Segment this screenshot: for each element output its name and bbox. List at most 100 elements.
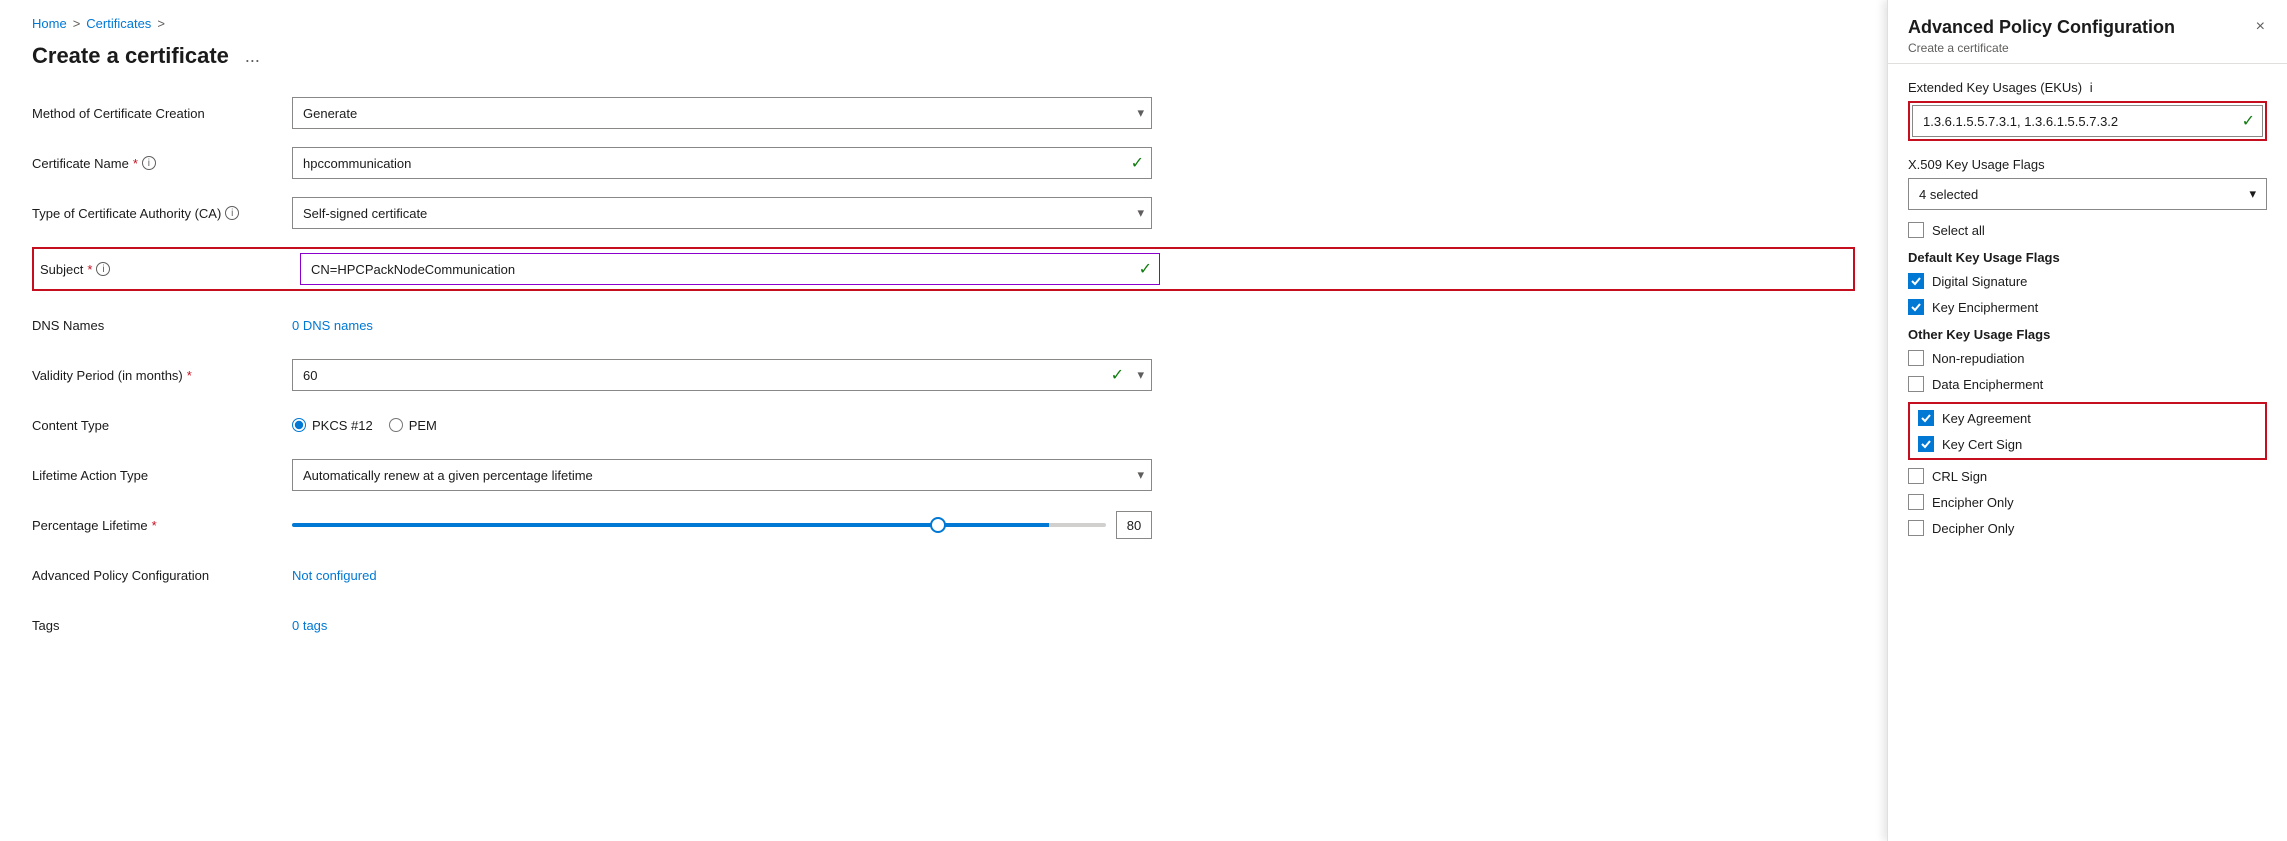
pkcs-radio-label[interactable]: PKCS #12 — [292, 418, 373, 433]
percentage-label: Percentage Lifetime * — [32, 518, 292, 533]
non-repudiation-item[interactable]: Non-repudiation — [1908, 350, 2267, 366]
page-title: Create a certificate — [32, 43, 229, 69]
dns-link[interactable]: 0 DNS names — [292, 318, 373, 333]
form-row-method: Method of Certificate Creation Generate … — [32, 97, 1855, 129]
panel-subtitle: Create a certificate — [1908, 41, 2175, 55]
eku-wrapper: ✓ — [1908, 101, 2267, 141]
decipher-only-label: Decipher Only — [1932, 521, 2014, 536]
subject-info-icon[interactable]: i — [96, 262, 110, 276]
data-encipherment-checkbox[interactable] — [1908, 376, 1924, 392]
form-row-content-type: Content Type PKCS #12 PEM — [32, 409, 1855, 441]
select-all-label[interactable]: Select all — [1932, 223, 1985, 238]
non-repudiation-checkbox[interactable] — [1908, 350, 1924, 366]
encipher-only-item[interactable]: Encipher Only — [1908, 494, 2267, 510]
key-encipherment-label: Key Encipherment — [1932, 300, 2038, 315]
lifetime-select-wrapper: Automatically renew at a given percentag… — [292, 459, 1152, 491]
key-encipherment-item[interactable]: Key Encipherment — [1908, 299, 2267, 315]
pkcs-radio[interactable] — [292, 418, 306, 432]
x509-select-wrapper: 4 selected ▾ — [1908, 178, 2267, 210]
form-row-tags: Tags 0 tags — [32, 609, 1855, 641]
eku-label: Extended Key Usages (EKUs) i — [1908, 80, 2267, 95]
tags-link[interactable]: 0 tags — [292, 618, 327, 633]
advanced-policy-panel: Advanced Policy Configuration Create a c… — [1887, 0, 2287, 841]
key-cert-sign-item[interactable]: Key Cert Sign — [1918, 436, 2257, 452]
cert-name-input-wrapper: ✓ — [292, 147, 1152, 179]
select-all-checkbox[interactable] — [1908, 222, 1924, 238]
key-agreement-item[interactable]: Key Agreement — [1918, 410, 2257, 426]
form-row-cert-name: Certificate Name * i ✓ — [32, 147, 1855, 179]
ca-type-label: Type of Certificate Authority (CA) i — [32, 206, 292, 221]
eku-input[interactable] — [1912, 105, 2263, 137]
x509-chevron-icon: ▾ — [2249, 186, 2256, 202]
main-content: Home > Certificates > Create a certifica… — [0, 0, 1887, 841]
x509-selected-text: 4 selected — [1919, 187, 1978, 202]
advanced-link[interactable]: Not configured — [292, 568, 377, 583]
data-encipherment-label: Data Encipherment — [1932, 377, 2043, 392]
dns-control: 0 DNS names — [292, 318, 1152, 333]
content-type-control: PKCS #12 PEM — [292, 418, 1152, 433]
tags-control: 0 tags — [292, 618, 1152, 633]
panel-close-button[interactable]: × — [2254, 16, 2267, 38]
pem-radio-text: PEM — [409, 418, 437, 433]
ca-type-info-icon[interactable]: i — [225, 206, 239, 220]
validity-label: Validity Period (in months) * — [32, 368, 292, 383]
crl-sign-checkbox[interactable] — [1908, 468, 1924, 484]
percentage-control: 80 — [292, 511, 1152, 539]
ca-type-select[interactable]: Self-signed certificate — [292, 197, 1152, 229]
digital-signature-check-icon — [1911, 276, 1921, 286]
cert-name-required: * — [133, 156, 138, 171]
breadcrumb: Home > Certificates > — [32, 16, 1855, 31]
decipher-only-checkbox[interactable] — [1908, 520, 1924, 536]
pem-radio-label[interactable]: PEM — [389, 418, 437, 433]
subject-input-wrapper: ✓ — [300, 253, 1160, 285]
slider-container — [292, 515, 1106, 535]
ellipsis-button[interactable]: ... — [239, 44, 266, 69]
panel-header-text: Advanced Policy Configuration Create a c… — [1908, 16, 2175, 55]
eku-check-icon: ✓ — [2242, 111, 2255, 131]
method-select[interactable]: Generate — [292, 97, 1152, 129]
advanced-control: Not configured — [292, 568, 1152, 583]
validity-check-icon: ✓ — [1111, 365, 1124, 385]
panel-header: Advanced Policy Configuration Create a c… — [1888, 0, 2287, 64]
percentage-required: * — [152, 518, 157, 533]
percentage-slider[interactable] — [292, 523, 1106, 527]
x509-label: X.509 Key Usage Flags — [1908, 157, 2267, 172]
eku-input-row: ✓ — [1912, 105, 2263, 137]
method-control: Generate ▾ — [292, 97, 1152, 129]
validity-select[interactable]: 60 — [292, 359, 1152, 391]
key-encipherment-checkbox[interactable] — [1908, 299, 1924, 315]
content-type-label: Content Type — [32, 418, 292, 433]
subject-check-icon: ✓ — [1139, 259, 1152, 279]
encipher-only-label: Encipher Only — [1932, 495, 2014, 510]
x509-select-button[interactable]: 4 selected ▾ — [1908, 178, 2267, 210]
subject-input[interactable] — [300, 253, 1160, 285]
breadcrumb-certificates[interactable]: Certificates — [86, 16, 151, 31]
flagged-flags-box: Key Agreement Key Cert Sign — [1908, 402, 2267, 460]
crl-sign-item[interactable]: CRL Sign — [1908, 468, 2267, 484]
subject-control: ✓ — [300, 253, 1160, 285]
eku-info-icon[interactable]: i — [2090, 80, 2093, 95]
validity-select-wrapper: 60 ✓ ▾ — [292, 359, 1152, 391]
breadcrumb-sep1: > — [73, 16, 81, 31]
pem-radio[interactable] — [389, 418, 403, 432]
form-row-subject: Subject * i ✓ — [32, 247, 1855, 291]
digital-signature-checkbox[interactable] — [1908, 273, 1924, 289]
cert-name-info-icon[interactable]: i — [142, 156, 156, 170]
data-encipherment-item[interactable]: Data Encipherment — [1908, 376, 2267, 392]
cert-name-label: Certificate Name * i — [32, 156, 292, 171]
key-cert-sign-check-icon — [1921, 439, 1931, 449]
slider-row: 80 — [292, 511, 1152, 539]
key-agreement-checkbox[interactable] — [1918, 410, 1934, 426]
breadcrumb-home[interactable]: Home — [32, 16, 67, 31]
validity-required: * — [187, 368, 192, 383]
digital-signature-item[interactable]: Digital Signature — [1908, 273, 2267, 289]
decipher-only-item[interactable]: Decipher Only — [1908, 520, 2267, 536]
cert-name-input[interactable] — [292, 147, 1152, 179]
encipher-only-checkbox[interactable] — [1908, 494, 1924, 510]
breadcrumb-sep2: > — [157, 16, 165, 31]
form-row-dns: DNS Names 0 DNS names — [32, 309, 1855, 341]
key-cert-sign-checkbox[interactable] — [1918, 436, 1934, 452]
slider-value-display: 80 — [1116, 511, 1152, 539]
lifetime-select[interactable]: Automatically renew at a given percentag… — [292, 459, 1152, 491]
method-label: Method of Certificate Creation — [32, 106, 292, 121]
